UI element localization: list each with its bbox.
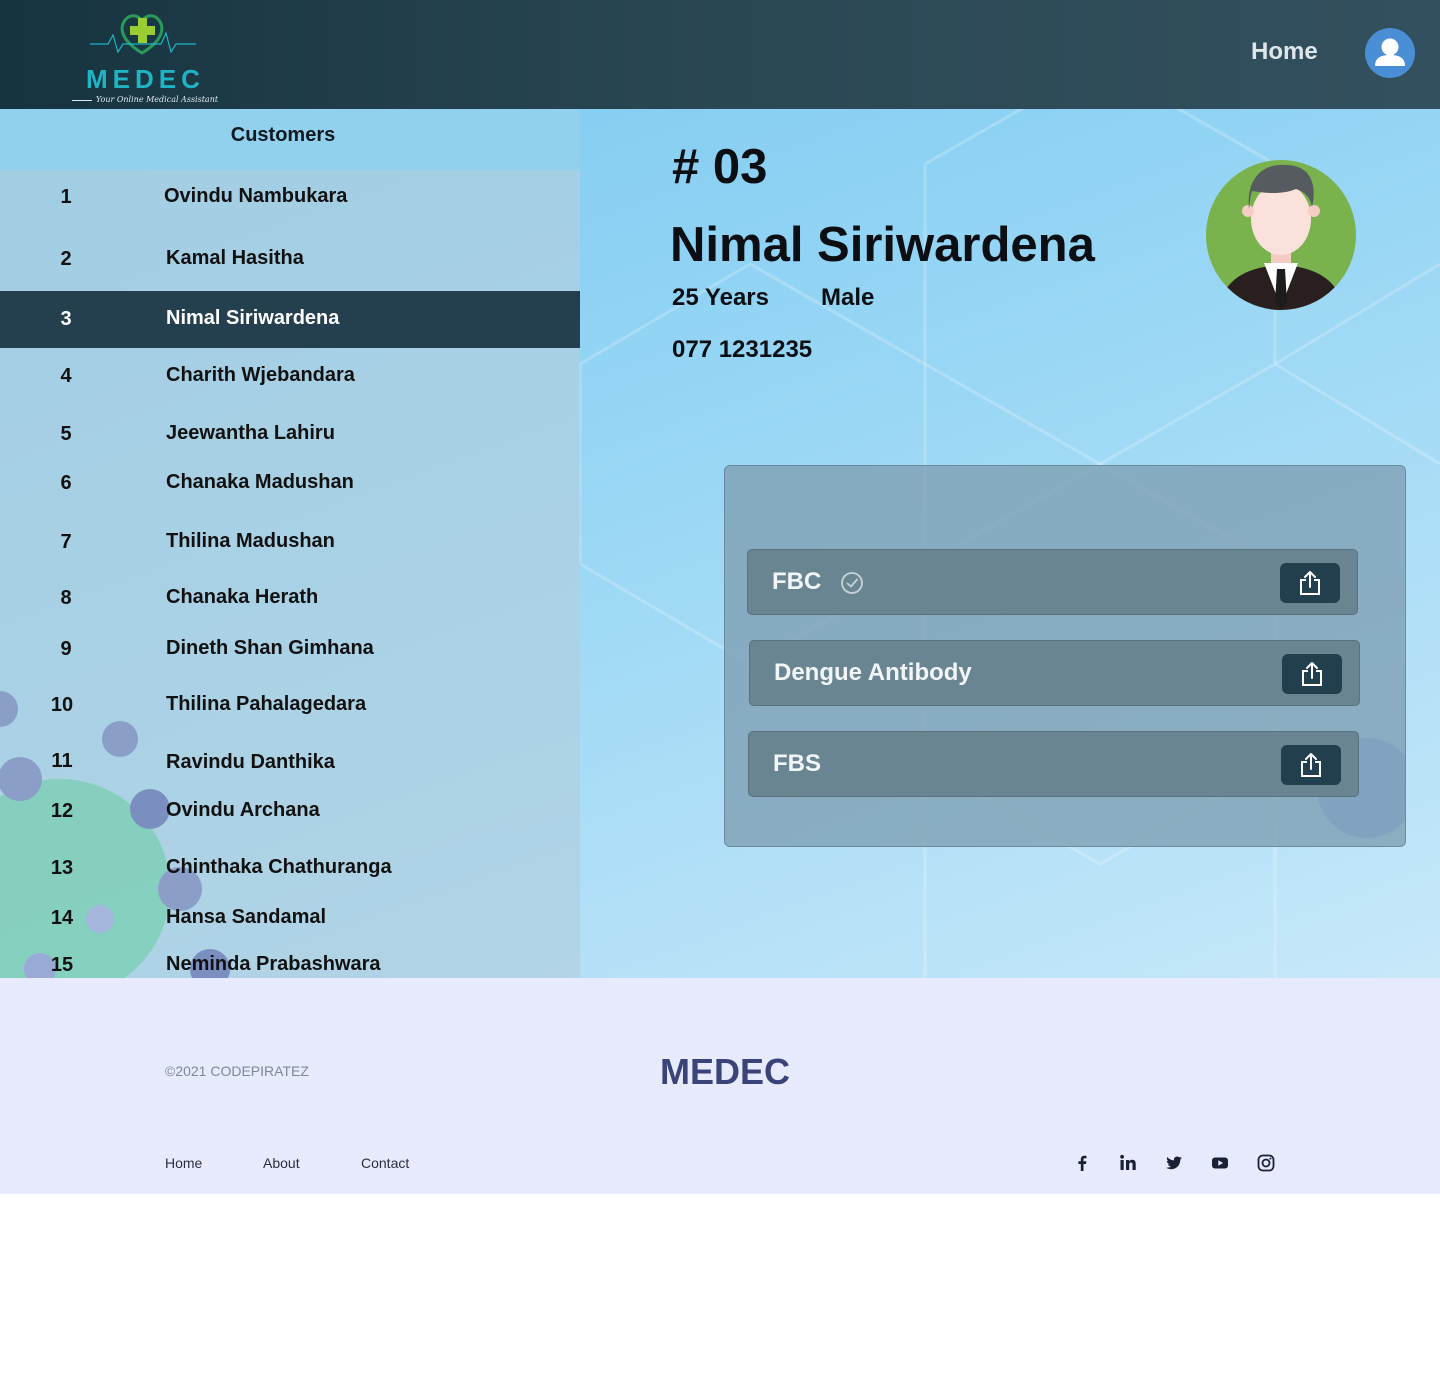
footer-link-home[interactable]: Home (165, 1155, 202, 1171)
customer-row[interactable]: 13 Chinthaka Chathuranga (0, 842, 580, 899)
customer-number: 3 (60, 308, 72, 330)
copyright-text: ©2021 CODEPIRATEZ (165, 1063, 309, 1079)
customer-name: Neminda Prabashwara (166, 953, 381, 975)
medec-logo[interactable]: MEDEC Your Online Medical Assistant (60, 8, 226, 106)
patient-avatar (1206, 160, 1356, 310)
customer-name: Kamal Hasitha (166, 247, 304, 269)
customer-row-selected[interactable]: 3 Nimal Siriwardena (0, 291, 580, 348)
customer-number: 6 (60, 472, 72, 494)
patient-age: 25 Years (672, 284, 769, 311)
upload-button[interactable] (1282, 654, 1342, 694)
main-content: Customers 1 Ovindu Nambukara 2 Kamal Has… (0, 109, 1440, 978)
customer-name: Dineth Shan Gimhana (166, 637, 374, 659)
customer-row[interactable]: 12 Ovindu Archana (0, 785, 580, 842)
customer-number: 7 (60, 531, 72, 553)
tests-panel: FBC Dengue Antibody FBS (724, 465, 1406, 847)
app-header: MEDEC Your Online Medical Assistant Home (0, 0, 1440, 109)
customer-name: Hansa Sandamal (166, 906, 327, 928)
patient-id: # 03 (672, 140, 768, 194)
instagram-icon[interactable] (1255, 1152, 1277, 1174)
customers-header: Customers (0, 109, 580, 170)
check-circle-icon (841, 572, 863, 594)
customer-name: Chanaka Madushan (166, 471, 354, 493)
upload-button[interactable] (1280, 563, 1340, 603)
customer-name: Chanaka Herath (166, 586, 319, 608)
customer-row[interactable]: 4 Charith Wjebandara (0, 349, 580, 406)
customer-name: Ovindu Archana (166, 799, 320, 821)
page-footer: ©2021 CODEPIRATEZ MEDEC Home About Conta… (0, 978, 1440, 1194)
customer-number: 5 (60, 423, 72, 445)
test-row-fbc[interactable]: FBC (747, 549, 1358, 615)
customer-number: 12 (50, 800, 74, 822)
customer-row[interactable]: 1 Ovindu Nambukara (0, 167, 580, 224)
customer-name: Chinthaka Chathuranga (166, 856, 392, 878)
customer-number: 14 (50, 907, 74, 929)
upload-button[interactable] (1281, 745, 1341, 785)
test-name: FBC (772, 568, 822, 595)
upload-icon (1301, 753, 1321, 777)
customer-number: 9 (60, 638, 72, 660)
customer-row[interactable]: 15 Neminda Prabashwara (0, 939, 580, 978)
customer-name: Thilina Madushan (166, 530, 335, 552)
footer-link-about[interactable]: About (263, 1155, 300, 1171)
user-icon (1375, 38, 1405, 66)
customer-name: Ovindu Nambukara (164, 185, 348, 207)
logo-wordmark: MEDEC (86, 64, 205, 94)
test-name: Dengue Antibody (774, 659, 972, 686)
upload-icon (1302, 662, 1322, 686)
twitter-icon[interactable] (1163, 1152, 1185, 1174)
customer-row[interactable]: 8 Chanaka Herath (0, 571, 580, 628)
test-name: FBS (773, 750, 821, 777)
linkedin-icon[interactable] (1117, 1152, 1139, 1174)
facebook-icon[interactable] (1071, 1152, 1093, 1174)
customer-row[interactable]: 7 Thilina Madushan (0, 515, 580, 572)
footer-link-contact[interactable]: Contact (361, 1155, 409, 1171)
customers-sidebar: Customers 1 Ovindu Nambukara 2 Kamal Has… (0, 109, 580, 978)
customer-number: 4 (60, 365, 72, 387)
heart-pulse-logo-icon (90, 14, 196, 55)
customer-number: 1 (60, 186, 72, 208)
customer-number: 11 (51, 750, 73, 772)
youtube-icon[interactable] (1209, 1152, 1231, 1174)
upload-icon (1300, 571, 1320, 595)
customer-row[interactable]: 9 Dineth Shan Gimhana (0, 622, 580, 679)
customer-row[interactable]: 2 Kamal Hasitha (0, 229, 580, 286)
patient-phone: 077 1231235 (672, 336, 813, 363)
nav-home-link[interactable]: Home (1251, 38, 1318, 66)
patient-gender: Male (821, 284, 875, 311)
customer-number: 8 (60, 587, 72, 609)
patient-name: Nimal Siriwardena (670, 218, 1095, 272)
customer-name: Ravindu Danthika (166, 751, 335, 773)
customer-name: Charith Wjebandara (166, 364, 355, 386)
customer-name: Nimal Siriwardena (166, 307, 340, 329)
customer-number: 13 (50, 857, 74, 879)
customer-number: 10 (50, 694, 74, 716)
test-row-fbs[interactable]: FBS (748, 731, 1359, 797)
customer-row[interactable]: 10 Thilina Pahalagedara (0, 678, 580, 735)
test-row-dengue[interactable]: Dengue Antibody (749, 640, 1360, 706)
customer-name: Jeewantha Lahiru (166, 422, 335, 444)
user-account-button[interactable] (1365, 28, 1415, 78)
customers-title: Customers (230, 124, 336, 146)
customer-number: 15 (50, 954, 74, 976)
customer-row[interactable]: 6 Chanaka Madushan (0, 456, 580, 513)
customer-number: 2 (60, 248, 72, 270)
footer-brand: MEDEC (660, 1051, 791, 1092)
customer-name: Thilina Pahalagedara (166, 693, 367, 715)
